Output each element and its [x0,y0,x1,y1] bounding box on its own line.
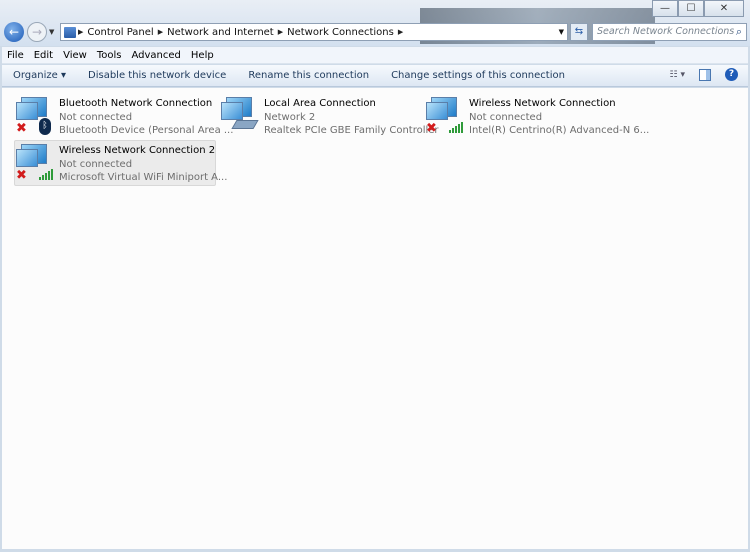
breadcrumb-control-panel[interactable]: Control Panel [87,27,153,38]
bluetooth-icon: ᛒ [39,118,51,135]
disconnected-x-icon: ✖ [16,168,27,183]
connection-name: Wireless Network Connection [469,98,616,109]
menu-advanced[interactable]: Advanced [126,50,185,61]
connection-device: Intel(R) Centrino(R) Advanced-N 6... [469,125,650,136]
connection-name: Wireless Network Connection 2 [59,145,216,156]
search-placeholder: Search Network Connections [597,26,735,37]
connection-device: Bluetooth Device (Personal Area ... [59,125,234,136]
signal-bars-icon [39,169,53,180]
connection-name: Local Area Connection [264,98,376,109]
connection-name: Bluetooth Network Connection [59,98,213,109]
maximize-button[interactable]: ☐ [678,0,704,17]
ethernet-cable-icon [231,120,259,129]
minimize-button[interactable]: — [652,0,678,17]
menu-tools[interactable]: Tools [92,50,127,61]
search-input[interactable]: Search Network Connections ⌕ [592,23,747,41]
refresh-button[interactable]: ⇆ [570,23,588,41]
menu-help[interactable]: Help [186,50,219,61]
connection-status: Network 2 [264,111,316,123]
rename-connection-button[interactable]: Rename this connection [237,70,380,81]
menu-bar: File Edit View Tools Advanced Help [2,47,748,64]
organize-button[interactable]: Organize ▾ [2,70,77,81]
change-view-icon[interactable]: ☷ ▾ [670,70,685,80]
preview-pane-icon[interactable] [699,68,711,81]
menu-edit[interactable]: Edit [29,50,58,61]
disconnected-x-icon: ✖ [426,121,437,136]
menu-file[interactable]: File [2,50,29,61]
breadcrumb-network-and-internet[interactable]: Network and Internet [167,27,274,38]
breadcrumb-arrow-icon[interactable]: ▶ [158,28,163,36]
command-bar: Organize ▾ Disable this network device R… [2,65,748,87]
close-button[interactable]: ✕ [704,0,744,17]
breadcrumb-network-connections[interactable]: Network Connections [287,27,394,38]
breadcrumb-arrow-icon[interactable]: ▶ [278,28,283,36]
back-button[interactable]: ← [4,22,24,42]
help-icon[interactable]: ? [725,68,738,81]
search-icon[interactable]: ⌕ [736,25,742,39]
connection-wireless[interactable]: ✖ Wireless Network Connection Not connect… [424,93,649,139]
connection-bluetooth[interactable]: ✖ ᛒ Bluetooth Network Connection Not conne… [14,93,233,139]
disconnected-x-icon: ✖ [16,121,27,136]
address-bar[interactable]: ▶ Control Panel ▶ Network and Internet ▶… [60,23,568,41]
connection-status: Not connected [59,111,133,123]
forward-button[interactable]: → [27,22,47,42]
connection-wireless-2[interactable]: ✖ Wireless Network Connection 2 Not conne… [14,140,227,186]
change-settings-button[interactable]: Change settings of this connection [380,70,576,81]
menu-view[interactable]: View [58,50,92,61]
connections-list: ✖ ᛒ Bluetooth Network Connection Not conne… [2,88,748,549]
connection-device: Realtek PCIe GBE Family Controller [264,125,439,136]
connection-device: Microsoft Virtual WiFi Miniport A... [59,172,228,183]
connection-status: Not connected [469,111,543,123]
address-dropdown-icon[interactable]: ▼ [559,28,564,36]
breadcrumb-arrow-icon[interactable]: ▶ [78,28,83,36]
recent-pages-dropdown[interactable]: ▼ [49,28,54,36]
breadcrumb-arrow-icon[interactable]: ▶ [398,28,403,36]
signal-bars-icon [449,122,463,133]
disable-device-button[interactable]: Disable this network device [77,70,237,81]
connection-local-area[interactable]: Local Area Connection Network 2 Realtek PC… [219,93,439,139]
control-panel-icon [64,26,76,38]
connection-status: Not connected [59,158,133,170]
